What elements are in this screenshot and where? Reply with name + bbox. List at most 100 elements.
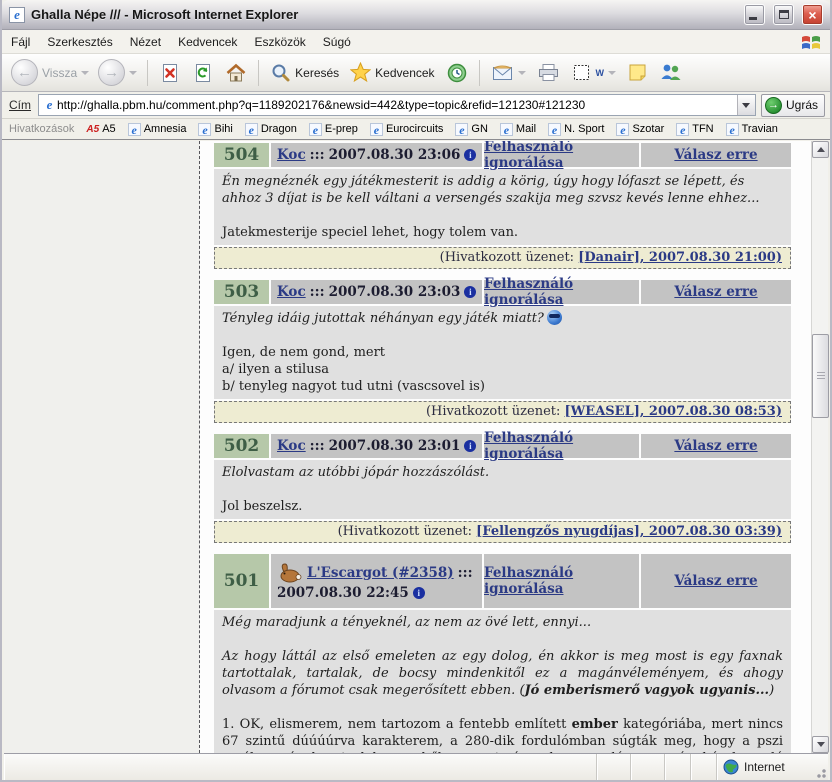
forward-dropdown-icon[interactable] <box>129 71 137 75</box>
ignore-user-link[interactable]: Felhasználó ignorálása <box>484 141 639 171</box>
link-gn[interactable]: eGN <box>455 123 488 136</box>
reply-link[interactable]: Válasz erre <box>674 284 757 300</box>
scroll-up-button[interactable] <box>812 141 829 158</box>
username-link[interactable]: Koc <box>277 147 306 163</box>
info-icon[interactable]: i <box>464 286 476 298</box>
go-button[interactable]: → Ugrás <box>761 94 825 117</box>
home-button[interactable] <box>221 59 251 87</box>
reply-link[interactable]: Válasz erre <box>674 438 757 454</box>
status-bar: Internet <box>4 753 828 780</box>
messenger-button[interactable] <box>655 59 687 86</box>
close-button[interactable]: × <box>802 4 823 25</box>
menu-favorites[interactable]: Kedvencek <box>178 35 237 49</box>
link-bihi[interactable]: eBihi <box>198 123 232 136</box>
link-amnesia[interactable]: eAmnesia <box>128 123 187 136</box>
info-icon[interactable]: i <box>464 149 476 161</box>
menu-tools[interactable]: Eszközök <box>254 35 305 49</box>
address-url[interactable]: http://ghalla.pbm.hu/comment.php?q=11892… <box>57 98 737 112</box>
username-link[interactable]: L'Escargot (#2358) <box>307 565 454 581</box>
menu-edit[interactable]: Szerkesztés <box>47 35 112 49</box>
minimize-button[interactable] <box>744 4 765 25</box>
vertical-scrollbar[interactable] <box>811 141 828 753</box>
toolbar-separator <box>147 60 148 86</box>
standard-toolbar: ← Vissza → <box>2 54 830 92</box>
page-left-sidebar <box>4 141 200 753</box>
menu-file[interactable]: Fájl <box>11 35 30 49</box>
reply-link[interactable]: Válasz erre <box>674 147 757 163</box>
security-zone-panel: Internet <box>716 754 812 780</box>
link-a5[interactable]: A5 A5 <box>86 123 115 135</box>
menu-view[interactable]: Nézet <box>130 35 161 49</box>
link-eurocircuits[interactable]: eEurocircuits <box>370 123 443 136</box>
username-link[interactable]: Koc <box>277 438 306 454</box>
refresh-button[interactable] <box>188 59 218 87</box>
chevron-down-icon <box>817 742 825 747</box>
link-szotar[interactable]: eSzotar <box>616 123 664 136</box>
favorites-button[interactable]: Kedvencek <box>346 59 438 86</box>
stop-button[interactable] <box>155 59 185 87</box>
ignore-user-cell: Felhasználó ignorálása <box>484 143 639 167</box>
link-label: Amnesia <box>144 123 187 135</box>
menu-help[interactable]: Súgó <box>323 35 351 49</box>
maximize-button[interactable] <box>773 4 794 25</box>
link-nsport[interactable]: eN. Sport <box>548 123 604 136</box>
post-header: 503 Koc ::: 2007.08.30 23:03 i Felhaszná… <box>214 280 791 304</box>
link-travian[interactable]: eTravian <box>726 123 778 136</box>
scrollbar-thumb[interactable] <box>812 334 829 418</box>
header-separator: ::: <box>310 438 325 454</box>
post-datetime: 2007.08.30 23:03 <box>329 284 461 300</box>
reference-link[interactable]: [Fellengzős nyugdíjas], 2007.08.30 03:39… <box>476 524 782 539</box>
ie-icon: e <box>500 123 513 136</box>
edit-icon <box>571 62 592 83</box>
mail-button[interactable] <box>487 60 530 86</box>
text-bold-segment: ember <box>572 717 618 732</box>
info-icon[interactable]: i <box>413 587 425 599</box>
ignore-user-link[interactable]: Felhasználó ignorálása <box>484 430 639 462</box>
scroll-down-button[interactable] <box>812 736 829 753</box>
link-mail[interactable]: eMail <box>500 123 536 136</box>
discuss-button[interactable] <box>623 59 652 86</box>
header-separator: ::: <box>310 147 325 163</box>
quoted-text: Tényleg idáig jutottak néhányan egy játé… <box>222 310 783 327</box>
link-dragon[interactable]: eDragon <box>245 123 297 136</box>
quoted-text: Még maradjunk a tényeknél, az nem az övé… <box>222 614 783 631</box>
back-icon: ← <box>11 59 38 86</box>
print-button[interactable] <box>533 59 564 86</box>
reply-link[interactable]: Válasz erre <box>674 573 757 589</box>
mail-dropdown-icon[interactable] <box>518 71 526 75</box>
info-icon[interactable]: i <box>464 440 476 452</box>
reference-link[interactable]: [Danair], 2007.08.30 21:00) <box>578 250 782 265</box>
back-dropdown-icon[interactable] <box>81 71 89 75</box>
edit-dropdown-icon[interactable] <box>608 71 616 75</box>
quoted-text-inner: Tényleg idáig jutottak néhányan egy játé… <box>222 311 544 326</box>
username-link[interactable]: Koc <box>277 284 306 300</box>
history-button[interactable] <box>442 59 472 87</box>
post-header: 502 Koc ::: 2007.08.30 23:01 i Felhaszná… <box>214 434 791 458</box>
reference-link[interactable]: [WEASEL], 2007.08.30 08:53) <box>565 404 782 419</box>
go-arrow-icon: → <box>765 97 782 114</box>
header-separator: ::: <box>458 565 473 581</box>
back-button[interactable]: ← Vissza <box>8 57 92 88</box>
search-button[interactable]: Keresés <box>266 59 343 86</box>
edit-button[interactable]: W <box>567 59 621 86</box>
post-datetime: 2007.08.30 23:06 <box>329 147 461 163</box>
link-label: TFN <box>692 123 713 135</box>
link-label: GN <box>471 123 488 135</box>
forward-button[interactable]: → <box>95 57 140 88</box>
ignore-user-link[interactable]: Felhasználó ignorálása <box>484 276 639 308</box>
ie-icon: e <box>726 123 739 136</box>
favorites-label: Kedvencek <box>375 66 434 80</box>
search-icon <box>270 62 291 83</box>
link-eprep[interactable]: eE-prep <box>309 123 358 136</box>
mail-icon <box>491 63 514 83</box>
quoted-text: Elolvastam az utóbbi jópár hozzászólást. <box>222 464 783 481</box>
post-reference-footer: (Hivatkozott üzenet: [WEASEL], 2007.08.3… <box>214 401 791 423</box>
address-bar: Cím e http://ghalla.pbm.hu/comment.php?q… <box>2 92 830 119</box>
link-tfn[interactable]: eTFN <box>676 123 713 136</box>
reference-label: (Hivatkozott üzenet: <box>426 404 560 419</box>
address-dropdown-button[interactable] <box>737 95 755 115</box>
ignore-user-link[interactable]: Felhasználó ignorálása <box>484 565 639 597</box>
address-input[interactable]: e http://ghalla.pbm.hu/comment.php?q=118… <box>38 94 756 116</box>
resize-grip[interactable] <box>812 754 828 780</box>
ie-icon: e <box>676 123 689 136</box>
